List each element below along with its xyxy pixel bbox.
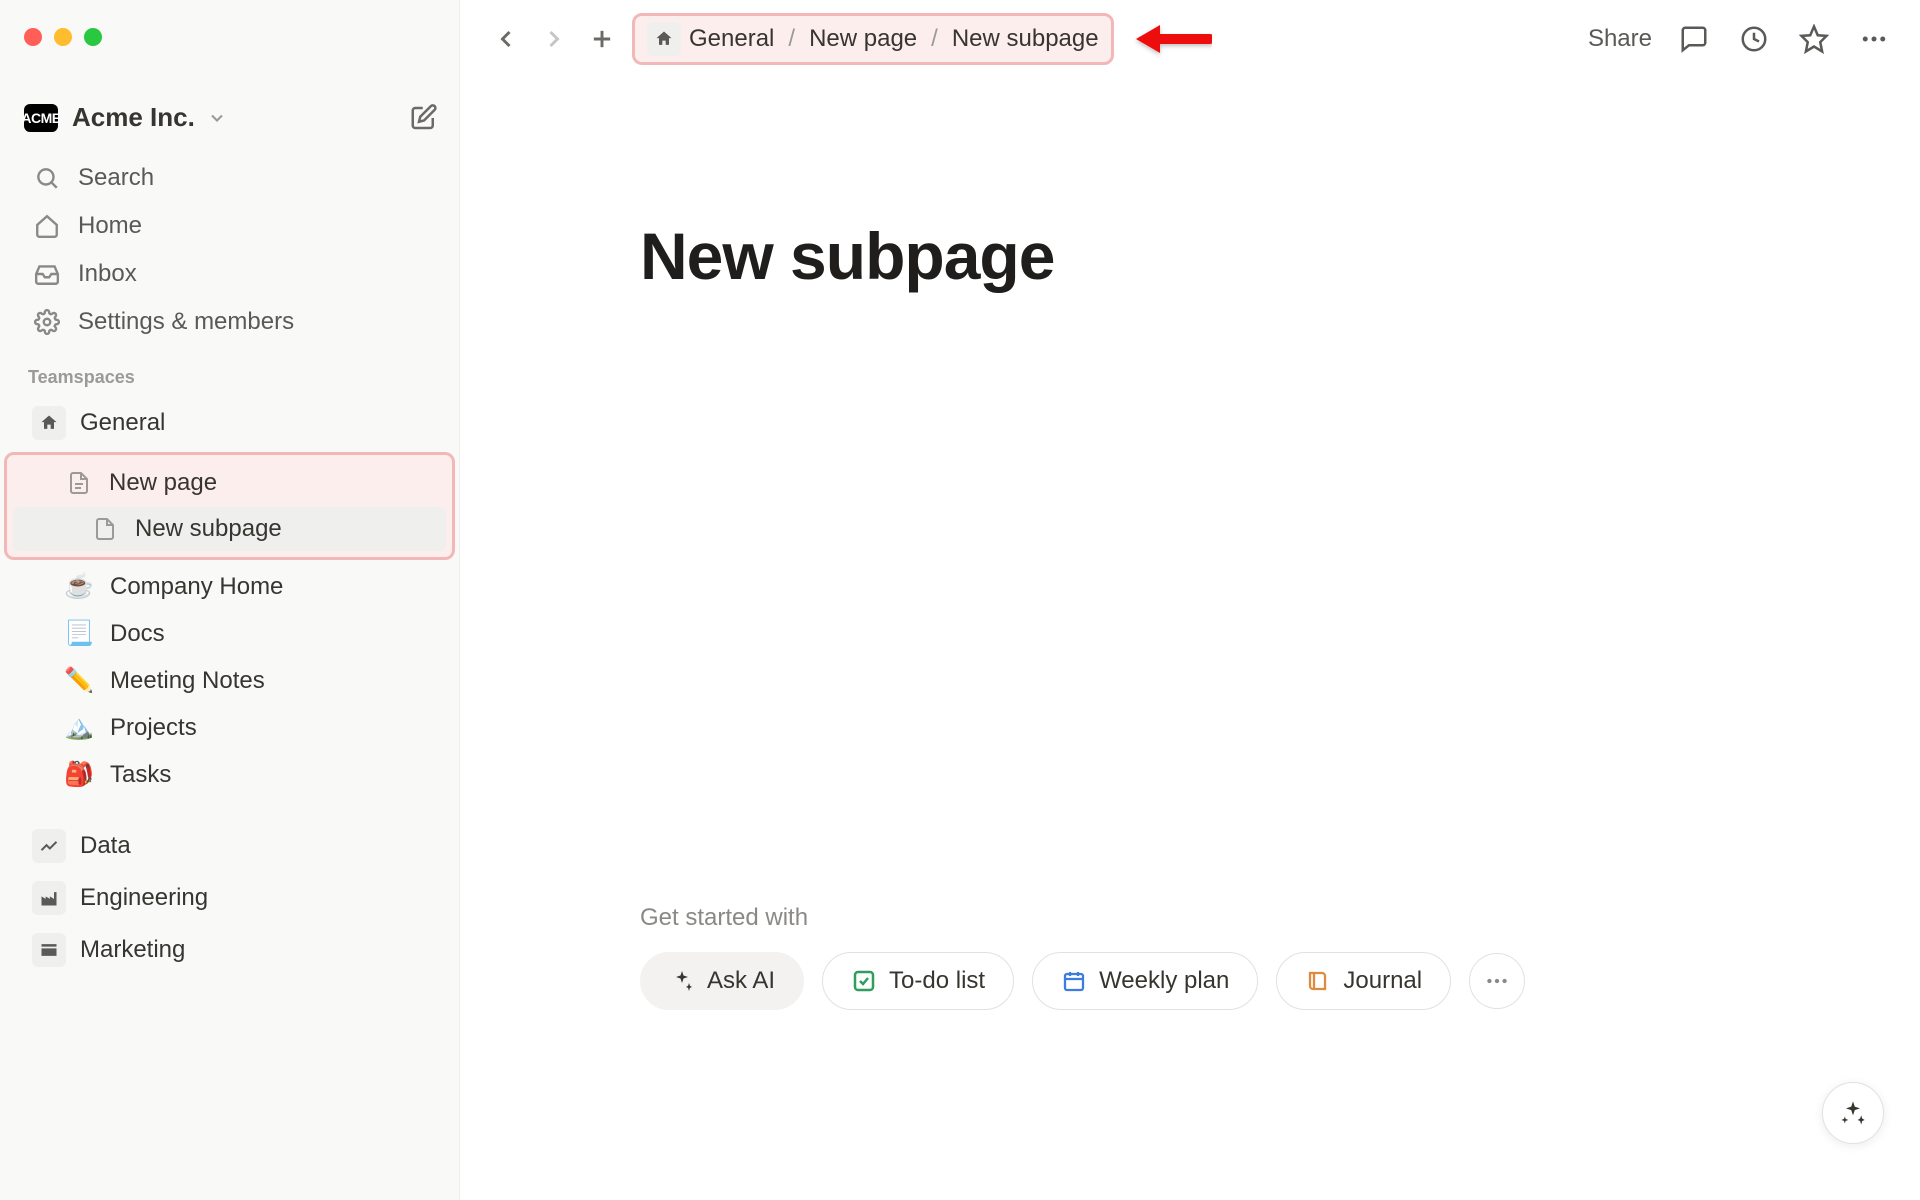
chip-label: Journal bbox=[1343, 967, 1422, 995]
sidebar-item-settings[interactable]: Settings & members bbox=[8, 299, 451, 345]
book-icon bbox=[1305, 968, 1331, 994]
sidebar-item-label: Search bbox=[78, 164, 154, 192]
sparkle-icon bbox=[1839, 1099, 1867, 1127]
starter-section: Get started with Ask AI To-do list bbox=[640, 904, 1525, 1010]
annotation-arrow-icon bbox=[1132, 17, 1212, 61]
tree-item-label: General bbox=[80, 409, 165, 437]
chart-icon bbox=[32, 829, 66, 863]
main-area: General / New page / New subpage Share bbox=[460, 0, 1920, 1200]
tree-item-docs[interactable]: 📃 Docs bbox=[8, 611, 451, 656]
window-minimize-icon[interactable] bbox=[54, 28, 72, 46]
workspace-logo: ACME bbox=[24, 104, 58, 132]
annotation-highlight-sidebar: New page New subpage bbox=[4, 452, 455, 560]
tree-item-label: New subpage bbox=[135, 515, 282, 543]
page-icon bbox=[67, 471, 95, 495]
tree-item-tasks[interactable]: 🎒 Tasks bbox=[8, 752, 451, 797]
pencil-icon: ✏️ bbox=[62, 666, 96, 695]
more-icon bbox=[1484, 968, 1510, 994]
breadcrumb: General / New page / New subpage bbox=[632, 13, 1114, 65]
chip-weekly-plan[interactable]: Weekly plan bbox=[1032, 952, 1258, 1010]
tree-item-label: Marketing bbox=[80, 936, 185, 964]
inbox-icon bbox=[32, 259, 62, 289]
breadcrumb-seg-general[interactable]: General bbox=[689, 25, 774, 53]
factory-icon bbox=[32, 881, 66, 915]
tree-item-label: Docs bbox=[110, 620, 165, 648]
clapboard-icon bbox=[32, 933, 66, 967]
sidebar-item-label: Inbox bbox=[78, 260, 137, 288]
topbar: General / New page / New subpage Share bbox=[460, 0, 1920, 78]
breadcrumb-separator: / bbox=[782, 25, 801, 53]
sparkle-icon bbox=[669, 968, 695, 994]
window-traffic-lights bbox=[24, 28, 102, 46]
tree-item-label: Tasks bbox=[110, 761, 171, 789]
chip-journal[interactable]: Journal bbox=[1276, 952, 1451, 1010]
share-button[interactable]: Share bbox=[1588, 25, 1652, 53]
window-close-icon[interactable] bbox=[24, 28, 42, 46]
tree-item-label: Engineering bbox=[80, 884, 208, 912]
house-icon bbox=[32, 406, 66, 440]
tree-item-label: Data bbox=[80, 832, 131, 860]
compose-icon[interactable] bbox=[409, 103, 439, 133]
nav-back-button[interactable] bbox=[488, 21, 524, 57]
breadcrumb-separator: / bbox=[925, 25, 944, 53]
home-icon bbox=[32, 211, 62, 241]
tree-item-new-page[interactable]: New page bbox=[13, 461, 446, 505]
checkbox-icon bbox=[851, 968, 877, 994]
chip-ask-ai[interactable]: Ask AI bbox=[640, 952, 804, 1010]
page-title[interactable]: New subpage bbox=[640, 218, 1740, 294]
window-maximize-icon[interactable] bbox=[84, 28, 102, 46]
tree-item-engineering[interactable]: Engineering bbox=[8, 873, 451, 923]
nav-forward-button[interactable] bbox=[536, 21, 572, 57]
tree-item-meeting-notes[interactable]: ✏️ Meeting Notes bbox=[8, 658, 451, 703]
chip-label: Weekly plan bbox=[1099, 967, 1229, 995]
chip-label: Ask AI bbox=[707, 967, 775, 995]
backpack-icon: 🎒 bbox=[62, 760, 96, 789]
tree-item-label: Meeting Notes bbox=[110, 667, 265, 695]
tree-item-label: New page bbox=[109, 469, 217, 497]
calendar-icon bbox=[1061, 968, 1087, 994]
sidebar-item-inbox[interactable]: Inbox bbox=[8, 251, 451, 297]
search-icon bbox=[32, 163, 62, 193]
workspace-switcher[interactable]: ACME Acme Inc. bbox=[0, 90, 459, 153]
workspace-name: Acme Inc. bbox=[72, 102, 195, 133]
tree-item-label: Company Home bbox=[110, 573, 283, 601]
sidebar-item-home[interactable]: Home bbox=[8, 203, 451, 249]
new-tab-button[interactable] bbox=[584, 21, 620, 57]
starter-label: Get started with bbox=[640, 904, 1525, 932]
gear-icon bbox=[32, 307, 62, 337]
coffee-icon: ☕️ bbox=[62, 572, 96, 601]
house-icon[interactable] bbox=[647, 22, 681, 56]
star-icon[interactable] bbox=[1796, 21, 1832, 57]
breadcrumb-seg-new-page[interactable]: New page bbox=[809, 25, 917, 53]
chip-todo[interactable]: To-do list bbox=[822, 952, 1014, 1010]
sidebar-item-search[interactable]: Search bbox=[8, 155, 451, 201]
sidebar-section-label: Teamspaces bbox=[0, 347, 459, 396]
chevron-down-icon bbox=[207, 108, 227, 128]
breadcrumb-seg-new-subpage[interactable]: New subpage bbox=[952, 25, 1099, 53]
clock-icon[interactable] bbox=[1736, 21, 1772, 57]
more-icon[interactable] bbox=[1856, 21, 1892, 57]
sidebar: ACME Acme Inc. Search Home Inb bbox=[0, 0, 460, 1200]
tree-item-general[interactable]: General bbox=[8, 398, 451, 448]
tree-item-marketing[interactable]: Marketing bbox=[8, 925, 451, 975]
tree-item-data[interactable]: Data bbox=[8, 821, 451, 871]
sidebar-item-label: Home bbox=[78, 212, 142, 240]
chip-more[interactable] bbox=[1469, 953, 1525, 1009]
document-icon: 📃 bbox=[62, 619, 96, 648]
comments-icon[interactable] bbox=[1676, 21, 1712, 57]
ai-fab-button[interactable] bbox=[1822, 1082, 1884, 1144]
page-icon bbox=[93, 517, 121, 541]
sidebar-item-label: Settings & members bbox=[78, 308, 294, 336]
chip-label: To-do list bbox=[889, 967, 985, 995]
tree-item-projects[interactable]: 🏔️ Projects bbox=[8, 705, 451, 750]
tree-item-new-subpage[interactable]: New subpage bbox=[13, 507, 446, 551]
mountain-icon: 🏔️ bbox=[62, 713, 96, 742]
tree-item-company-home[interactable]: ☕️ Company Home bbox=[8, 564, 451, 609]
tree-item-label: Projects bbox=[110, 714, 197, 742]
